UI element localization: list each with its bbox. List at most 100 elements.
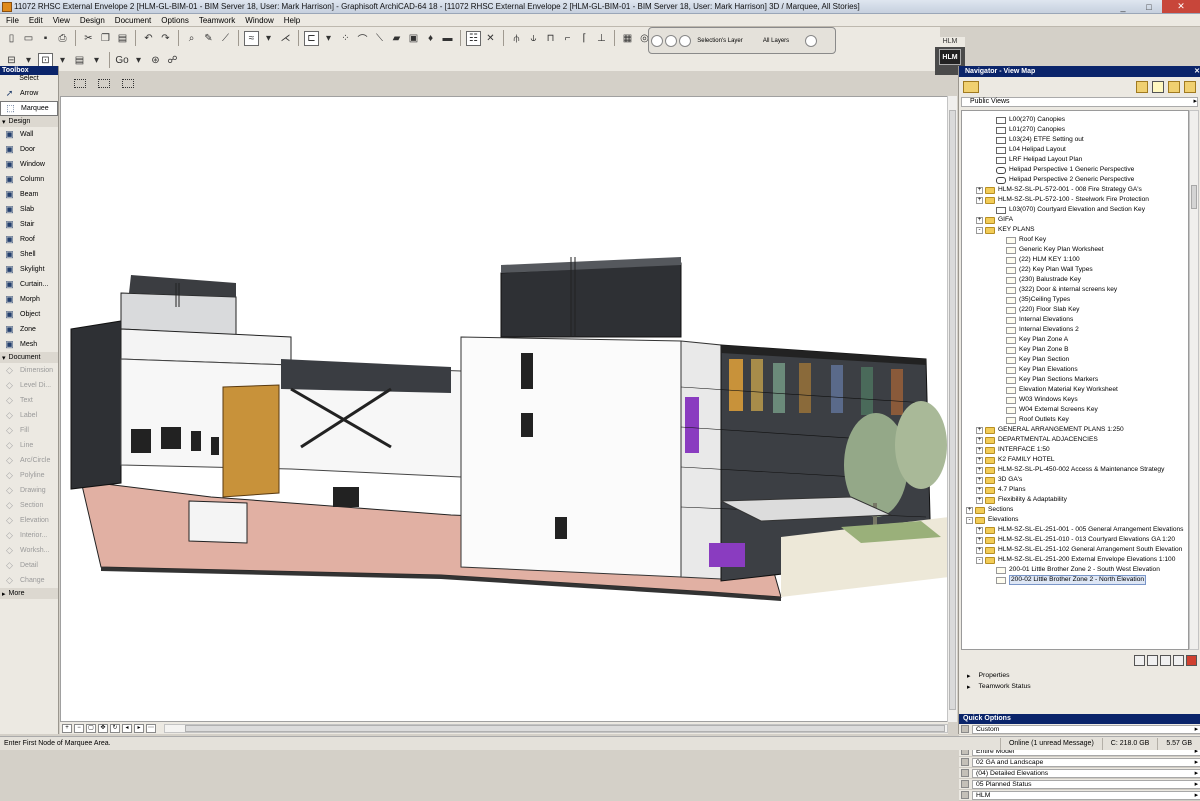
tool-dimension[interactable]: ◇ Dimension	[0, 363, 58, 378]
gravity-icon[interactable]: ≈	[244, 30, 259, 46]
tool-mesh[interactable]: ▣ Mesh	[0, 337, 58, 352]
tree-view-item[interactable]: 200-02 Little Brother Zone 2 - North Ele…	[996, 575, 1147, 585]
save-view-icon[interactable]	[1147, 654, 1158, 666]
tree-view-item[interactable]: Key Plan Zone A	[1006, 335, 1068, 345]
previous-view-icon[interactable]: ◂	[122, 723, 132, 733]
all-layers-label[interactable]: All Layers	[749, 38, 803, 44]
expand-icon[interactable]: +	[976, 186, 983, 194]
tool-arc-circle[interactable]: ◇ Arc/Circle	[0, 453, 58, 468]
menu-file[interactable]: File	[6, 16, 19, 25]
marquee-single-icon[interactable]	[74, 78, 86, 88]
menu-view[interactable]: View	[53, 16, 70, 25]
layer-options-icon[interactable]	[805, 34, 817, 47]
marquee-rotated-icon[interactable]	[98, 78, 110, 88]
settings-icon[interactable]	[1173, 654, 1184, 666]
tool-window[interactable]: ▣ Window	[0, 157, 58, 172]
expand-icon[interactable]: +	[976, 486, 983, 494]
expand-icon[interactable]: +	[976, 446, 983, 454]
tree-view-item[interactable]: LRF Helipad Layout Plan	[996, 155, 1082, 165]
online-status[interactable]: Online (1 unread Message)	[999, 737, 1102, 750]
arc-tool-icon[interactable]: ⌒	[355, 31, 370, 46]
tree-folder[interactable]: + HLM-SZ-SL-EL-251-010 - 013 Courtyard El…	[976, 535, 1175, 545]
tree-view-item[interactable]: W03 Windows Keys	[1006, 395, 1078, 405]
tree-view-item[interactable]: Internal Elevations	[1006, 315, 1073, 325]
tree-folder[interactable]: + HLM-SZ-SL-PL-572-100 - Steelwork Fire P…	[976, 195, 1149, 205]
delete-icon[interactable]	[1186, 654, 1197, 666]
tool-interior[interactable]: ◇ Interior...	[0, 528, 58, 543]
expand-icon[interactable]: +	[976, 196, 983, 204]
tree-view-item[interactable]: (35)Ceiling Types	[1006, 295, 1070, 305]
tree-folder[interactable]: + GENERAL ARRANGEMENT PLANS 1:250	[976, 425, 1124, 435]
tree-folder[interactable]: + Flexibility & Adaptability	[976, 495, 1067, 505]
tree-scrollbar[interactable]	[1189, 110, 1199, 650]
layout-book-icon[interactable]: ▤	[72, 53, 87, 68]
close-button[interactable]: ✕	[1162, 0, 1200, 13]
tree-view-item[interactable]: 200-01 Little Brother Zone 2 - South Wes…	[996, 565, 1160, 575]
canvas-vertical-scrollbar[interactable]	[947, 96, 957, 722]
publisher-sets-icon[interactable]	[1168, 81, 1180, 93]
tree-folder[interactable]: + K2 FAMILY HOTEL	[976, 455, 1055, 465]
layer-settings-icon[interactable]	[651, 34, 663, 47]
tool-roof[interactable]: ▣ Roof	[0, 232, 58, 247]
tool-column[interactable]: ▣ Column	[0, 172, 58, 187]
dropdown-arrow-icon[interactable]: ▾	[321, 31, 336, 46]
collapse-icon[interactable]: -	[976, 226, 983, 234]
tree-view-item[interactable]: Key Plan Section	[1006, 355, 1069, 365]
expand-icon[interactable]: +	[976, 496, 983, 504]
new-folder-icon[interactable]	[1134, 654, 1145, 666]
tree-view-item[interactable]: Roof Key	[1006, 235, 1046, 245]
save-icon[interactable]: ▪	[38, 31, 53, 46]
expand-icon[interactable]: +	[976, 526, 983, 534]
tool-shell[interactable]: ▣ Shell	[0, 247, 58, 262]
special-snap-icon[interactable]: ⁘	[338, 31, 353, 46]
menu-edit[interactable]: Edit	[29, 16, 43, 25]
menu-help[interactable]: Help	[284, 16, 300, 25]
grid-snap-icon[interactable]: ⊏	[304, 30, 319, 46]
intersect-icon[interactable]: ⊥	[594, 31, 609, 46]
quick-option-select[interactable]: Custom ▸	[972, 724, 1200, 734]
properties-expander[interactable]: Properties	[963, 670, 1197, 681]
menu-teamwork[interactable]: Teamwork	[199, 16, 235, 25]
collapse-icon[interactable]: -	[976, 556, 983, 564]
layout-book-icon[interactable]	[1152, 81, 1164, 93]
expand-icon[interactable]: +	[976, 456, 983, 464]
tree-folder[interactable]: + HLM-SZ-SL-EL-251-001 - 005 General Arra…	[976, 525, 1183, 535]
tool-drawing[interactable]: ◇ Drawing	[0, 483, 58, 498]
navigator-close-icon[interactable]: ✕	[1194, 66, 1200, 77]
view-map-icon[interactable]	[1136, 81, 1148, 93]
tool-arrow[interactable]: ➚ Arrow	[0, 86, 58, 101]
tree-view-item[interactable]: Roof Outlets Key	[1006, 415, 1069, 425]
expand-icon[interactable]: +	[976, 546, 983, 554]
cut-icon[interactable]: ✂	[81, 31, 96, 46]
element-info-icon[interactable]: ▦	[620, 31, 635, 46]
orbit-icon[interactable]: ↻	[110, 723, 120, 733]
adjust-icon[interactable]: ⊓	[543, 31, 558, 46]
scroll-thumb[interactable]	[949, 110, 956, 710]
tool-text[interactable]: ◇ Text	[0, 393, 58, 408]
tree-folder[interactable]: + HLM-SZ-SL-PL-572-001 - 008 Fire Strateg…	[976, 185, 1142, 195]
tree-view-item[interactable]: Elevation Material Key Worksheet	[1006, 385, 1118, 395]
tree-folder[interactable]: + GIFA	[976, 215, 1013, 225]
new-file-icon[interactable]: ▯	[4, 31, 19, 46]
public-views-selector[interactable]: Public Views ▸	[961, 97, 1198, 107]
expand-icon[interactable]: +	[976, 536, 983, 544]
tree-view-item[interactable]: (22) HLM KEY 1:100	[1006, 255, 1080, 265]
tree-folder[interactable]: - Elevations	[966, 515, 1018, 525]
dropdown-arrow-icon[interactable]: ▾	[261, 31, 276, 46]
tree-folder[interactable]: + INTERFACE 1:50	[976, 445, 1050, 455]
paste-icon[interactable]: ▤	[115, 31, 130, 46]
snap-guides-icon[interactable]: ⋌	[278, 31, 293, 46]
minimize-button[interactable]: _	[1110, 0, 1136, 13]
expand-icon[interactable]: +	[966, 506, 973, 514]
navigation-extras-icon[interactable]: ⋯	[146, 723, 156, 733]
tool-fill[interactable]: ◇ Fill	[0, 423, 58, 438]
canvas-horizontal-scrollbar[interactable]	[164, 723, 948, 733]
print-icon[interactable]: ⎙	[55, 31, 70, 46]
marquee-clear-icon[interactable]: ✕	[483, 31, 498, 46]
3d-window-canvas[interactable]	[60, 96, 948, 722]
tree-view-item[interactable]: Helipad Perspective 1 Generic Perspectiv…	[996, 165, 1134, 175]
go-label[interactable]: Go	[115, 53, 129, 68]
fillet-icon[interactable]: ⌐	[560, 31, 575, 46]
quick-option-select[interactable]: (04) Detailed Elevations ▸	[972, 768, 1200, 778]
clone-folder-icon[interactable]	[1160, 654, 1171, 666]
